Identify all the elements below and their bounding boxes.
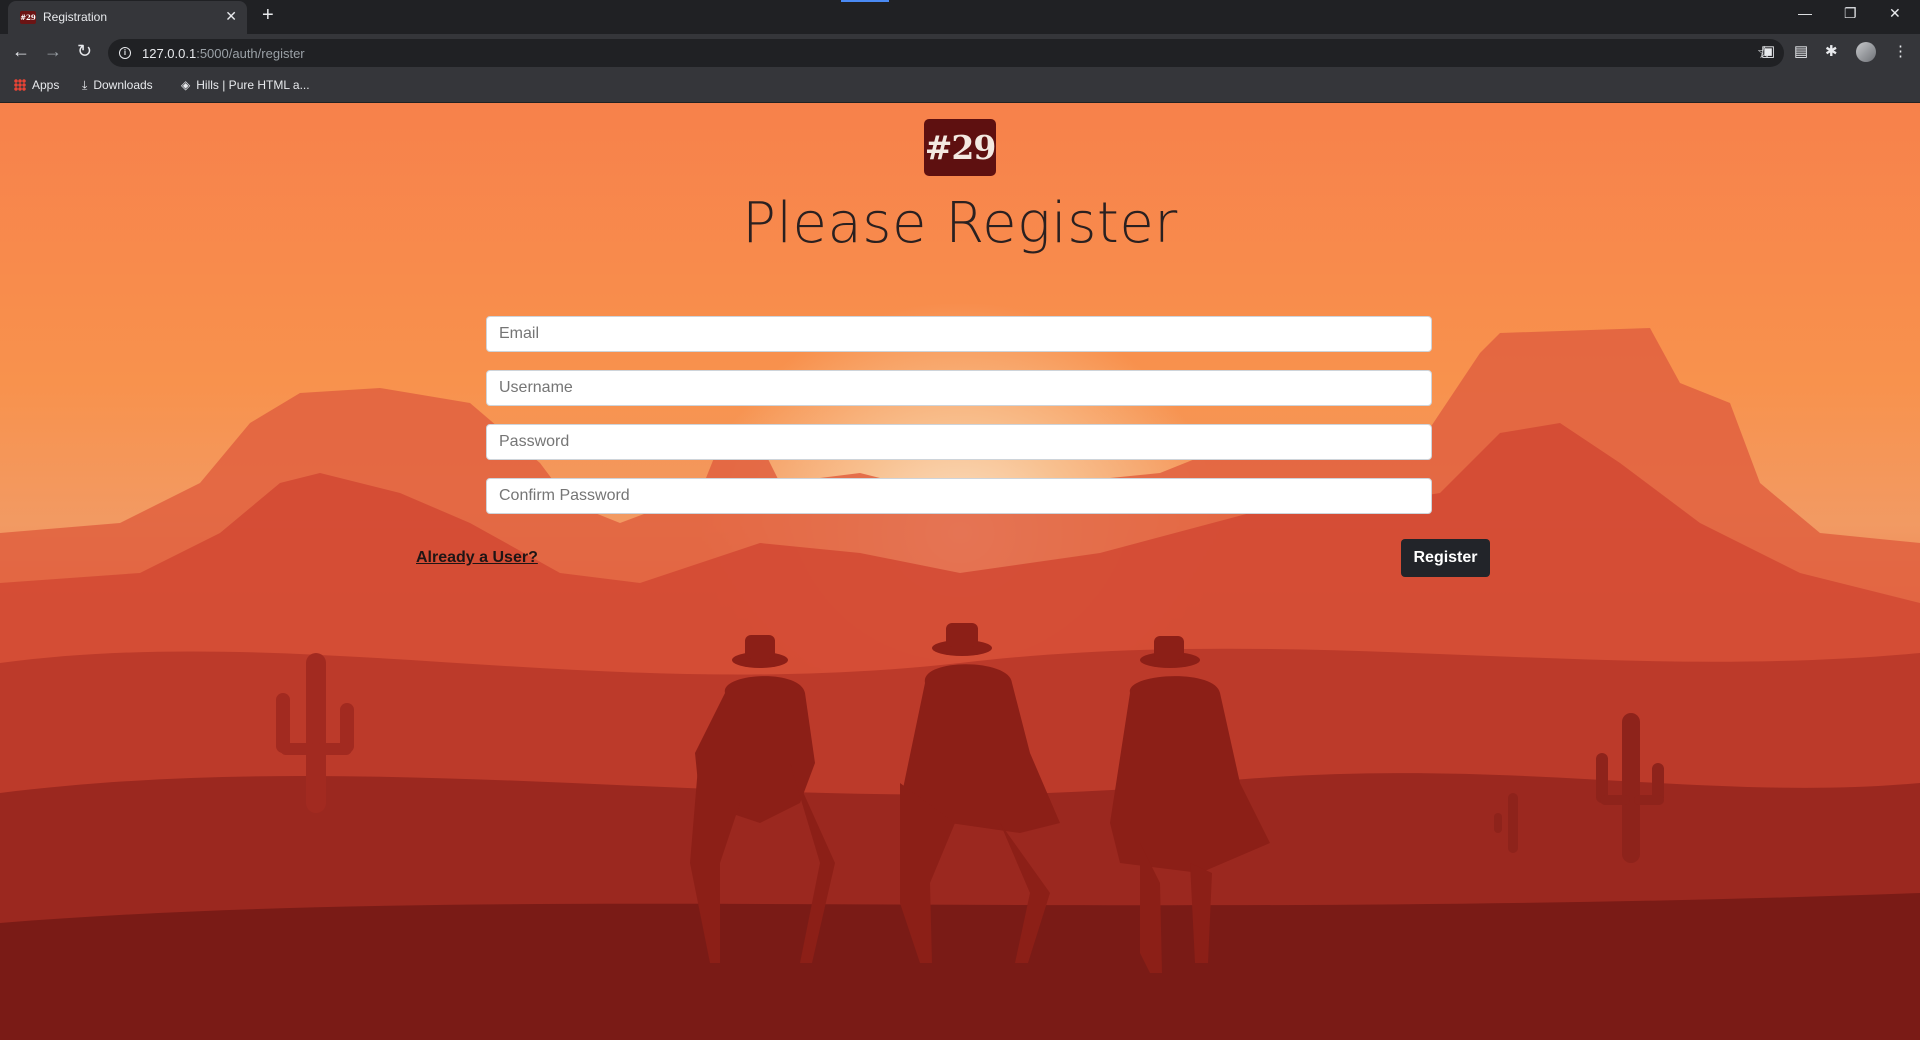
url-host: 127.0.0.1 bbox=[142, 46, 197, 61]
page-title: Please Register bbox=[742, 191, 1178, 256]
bookmark-hills-label: Hills | Pure HTML a... bbox=[196, 78, 310, 92]
register-button[interactable]: Register bbox=[1401, 539, 1490, 577]
download-icon: ⤓ bbox=[82, 78, 88, 92]
username-field[interactable] bbox=[486, 370, 1432, 406]
window-close-icon[interactable]: ✕ bbox=[1889, 5, 1901, 22]
browser-tab-active[interactable]: #29 Registration ✕ bbox=[8, 1, 247, 34]
bookmark-apps-label: Apps bbox=[32, 78, 60, 92]
bookmark-downloads[interactable]: ⤓ Downloads bbox=[82, 78, 153, 93]
browser-toolbar: ← → ↻ i 127.0.0.1:5000/auth/register ☆ ▣… bbox=[0, 34, 1920, 70]
tab-favicon-icon: #29 bbox=[20, 11, 36, 24]
restore-icon[interactable]: ❐ bbox=[1844, 5, 1857, 22]
browser-tabstrip: #29 Registration ✕ + — ❐ ✕ bbox=[0, 0, 1920, 34]
register-page: #29 Please Register Already a User? Regi… bbox=[0, 103, 1920, 1040]
url-path: :5000/auth/register bbox=[196, 46, 305, 61]
forward-icon[interactable]: → bbox=[44, 41, 62, 62]
site-icon: ◈ bbox=[181, 78, 191, 92]
password-field[interactable] bbox=[486, 424, 1432, 460]
extension-translate-icon[interactable]: ▤ bbox=[1794, 42, 1808, 60]
address-bar[interactable]: i 127.0.0.1:5000/auth/register ☆ bbox=[108, 39, 1784, 67]
back-icon[interactable]: ← bbox=[12, 41, 30, 62]
apps-grid-icon bbox=[14, 79, 26, 91]
profile-avatar[interactable] bbox=[1856, 42, 1876, 62]
reload-icon[interactable]: ↻ bbox=[77, 41, 92, 62]
site-info-icon[interactable]: i bbox=[119, 47, 131, 59]
bookmark-hills[interactable]: ◈ Hills | Pure HTML a... bbox=[181, 78, 310, 92]
tab-title: Registration bbox=[43, 10, 108, 24]
bookmarks-bar: Apps ⤓ Downloads ◈ Hills | Pure HTML a... bbox=[0, 70, 1920, 103]
foreground-dark bbox=[0, 893, 1920, 1040]
site-logo: #29 bbox=[924, 119, 996, 176]
extensions-puzzle-icon[interactable]: ✱ bbox=[1825, 42, 1838, 60]
bookmark-downloads-label: Downloads bbox=[93, 78, 153, 92]
activity-indicator bbox=[841, 0, 889, 2]
confirm-password-field[interactable] bbox=[486, 478, 1432, 514]
extension-cast-icon[interactable]: ▣ bbox=[1761, 42, 1775, 60]
url-text: 127.0.0.1:5000/auth/register bbox=[142, 46, 305, 61]
menu-kebab-icon[interactable]: ⋮ bbox=[1893, 42, 1908, 60]
bookmark-apps[interactable]: Apps bbox=[14, 78, 59, 92]
minimize-icon[interactable]: — bbox=[1798, 5, 1812, 21]
already-user-link[interactable]: Already a User? bbox=[416, 549, 538, 567]
tab-close-icon[interactable]: ✕ bbox=[225, 8, 237, 25]
new-tab-icon[interactable]: + bbox=[262, 4, 274, 27]
email-field[interactable] bbox=[486, 316, 1432, 352]
